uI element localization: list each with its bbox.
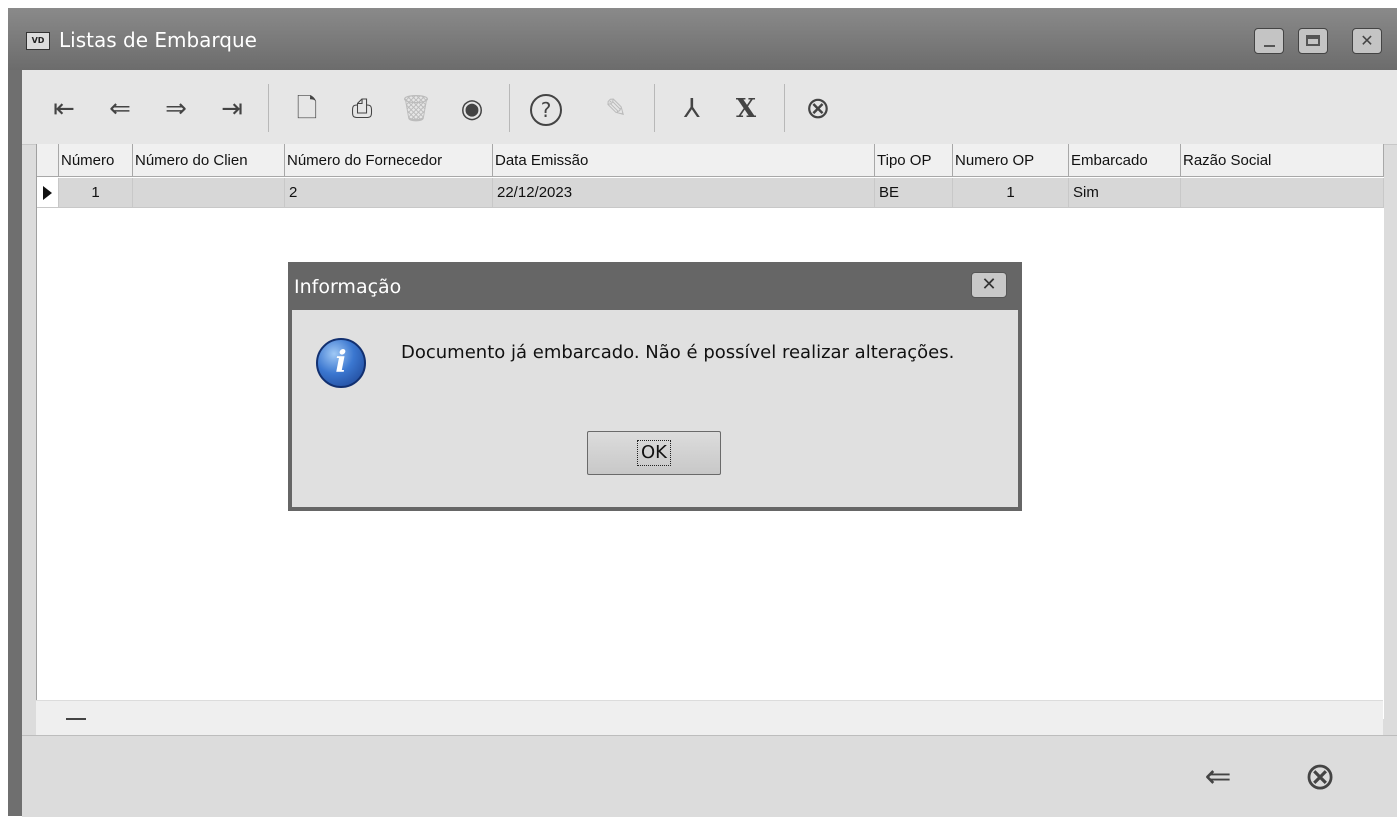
indicator-header — [37, 144, 59, 177]
toolbar-separator — [784, 84, 785, 132]
dialog-title: Informação — [294, 276, 402, 298]
table-cell[interactable]: 1 — [59, 178, 133, 208]
column-header[interactable]: Número — [59, 144, 133, 177]
column-header[interactable]: Numero OP — [953, 144, 1069, 177]
print-button[interactable]: ⎙ — [342, 92, 382, 126]
printer-icon: ⎙ — [351, 94, 373, 124]
back-arrow-icon: ⇐ — [1204, 757, 1232, 795]
ok-button[interactable]: OK — [587, 431, 721, 475]
information-dialog: Informação ✕ i Documento já embarcado. N… — [288, 262, 1022, 511]
table-cell[interactable]: Sim — [1069, 178, 1181, 208]
new-document-icon: 🗋 — [296, 94, 318, 124]
last-record-button[interactable]: ⇥ — [212, 92, 252, 126]
column-header[interactable]: Embarcado — [1069, 144, 1181, 177]
app-logo-icon: VD — [26, 32, 50, 50]
export-pdf-button[interactable]: ⅄ — [672, 92, 712, 126]
next-icon: ⇒ — [165, 94, 187, 124]
close-icon: ✕ — [981, 274, 997, 295]
maximize-icon — [1306, 35, 1320, 46]
exit-button[interactable]: ⊗ — [1296, 756, 1344, 796]
table-cell[interactable]: 22/12/2023 — [493, 178, 875, 208]
grid-footer — [36, 700, 1383, 735]
next-record-button[interactable]: ⇒ — [156, 92, 196, 126]
pdf-icon: ⅄ — [684, 94, 700, 124]
new-document-button[interactable]: 🗋 — [287, 92, 327, 126]
bottom-bar: ⇐ ⊗ — [22, 735, 1397, 817]
window-close-button[interactable]: ✕ — [1352, 28, 1382, 54]
maximize-button[interactable] — [1298, 28, 1328, 54]
minimize-button[interactable] — [1254, 28, 1284, 54]
table-cell[interactable]: 1 — [953, 178, 1069, 208]
edit-button[interactable]: ✎ — [596, 92, 636, 126]
toolbar-separator — [509, 84, 510, 132]
collapse-icon[interactable] — [66, 718, 86, 720]
row-indicator[interactable] — [37, 178, 59, 208]
export-excel-button[interactable]: X — [726, 92, 766, 126]
toolbar-separator — [268, 84, 269, 132]
column-header[interactable]: Número do Clien — [133, 144, 285, 177]
table-cell[interactable]: BE — [875, 178, 953, 208]
toolbar-separator — [654, 84, 655, 132]
close-circle-icon: ⊗ — [805, 91, 831, 126]
help-icon: ? — [530, 94, 562, 126]
toolbar: ⇤ ⇐ ⇒ ⇥ 🗋 ⎙ 🗑 ◉ ? ✎ ⅄ X ⊗ — [22, 70, 1397, 145]
column-header[interactable]: Número do Fornecedor — [285, 144, 493, 177]
back-button[interactable]: ⇐ — [1194, 756, 1242, 796]
last-icon: ⇥ — [221, 94, 243, 124]
close-icon: ✕ — [1360, 31, 1374, 50]
delete-button[interactable]: 🗑 — [396, 92, 436, 126]
current-row-arrow-icon — [43, 186, 52, 200]
eye-icon: ◉ — [460, 94, 484, 124]
first-icon: ⇤ — [53, 94, 75, 124]
ok-button-label: OK — [637, 440, 671, 466]
dialog-close-button[interactable]: ✕ — [971, 272, 1007, 298]
table-cell[interactable] — [133, 178, 285, 208]
column-header[interactable]: Tipo OP — [875, 144, 953, 177]
title-bar[interactable]: VD Listas de Embarque ✕ — [8, 8, 1397, 70]
previous-record-button[interactable]: ⇐ — [100, 92, 140, 126]
window-title: Listas de Embarque — [59, 28, 257, 52]
previous-icon: ⇐ — [109, 94, 131, 124]
edit-icon: ✎ — [605, 94, 627, 124]
table-cell[interactable]: 2 — [285, 178, 493, 208]
excel-icon: X — [735, 94, 757, 124]
close-circle-icon: ⊗ — [1304, 754, 1336, 798]
minimize-icon — [1264, 45, 1275, 47]
column-header[interactable]: Data Emissão — [493, 144, 875, 177]
help-button[interactable]: ? — [526, 92, 566, 126]
dialog-body: i Documento já embarcado. Não é possível… — [292, 310, 1018, 507]
view-button[interactable]: ◉ — [452, 92, 492, 126]
table-cell[interactable] — [1181, 178, 1384, 208]
column-header[interactable]: Razão Social — [1181, 144, 1384, 177]
dialog-message: Documento já embarcado. Não é possível r… — [401, 342, 955, 363]
trash-icon: 🗑 — [399, 94, 433, 124]
first-record-button[interactable]: ⇤ — [44, 92, 84, 126]
info-icon: i — [316, 338, 366, 388]
close-toolbar-button[interactable]: ⊗ — [798, 92, 838, 126]
